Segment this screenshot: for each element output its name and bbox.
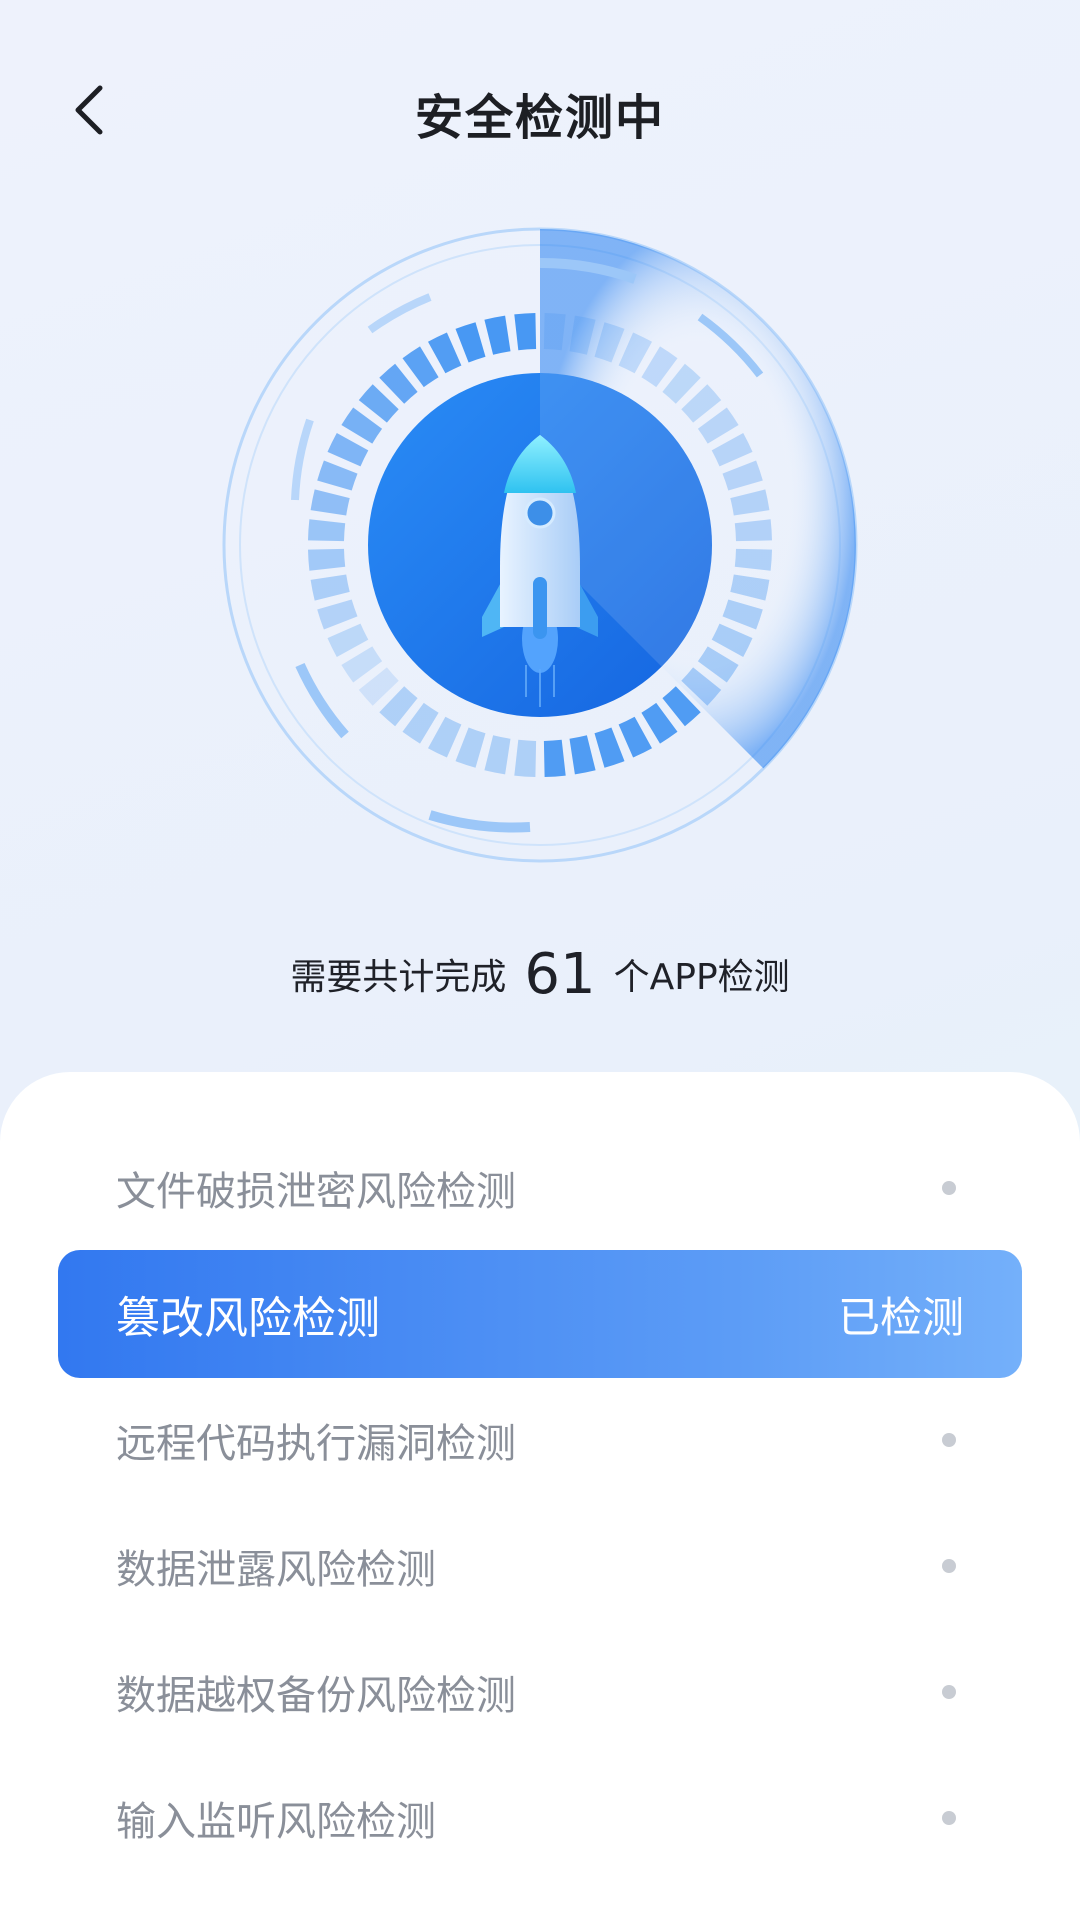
pending-dot <box>942 1181 956 1195</box>
header-bar: 安全检测中 <box>0 0 1080 220</box>
app-count: 61 <box>524 942 596 1007</box>
page-title: 安全检测中 <box>414 90 665 146</box>
ring-accent <box>295 662 349 739</box>
pending-dot <box>942 1685 956 1699</box>
check-item-label: 数据泄露风险检测 <box>116 1547 436 1593</box>
pending-dot <box>942 1433 956 1447</box>
check-item-backup[interactable]: 数据越权备份风险检测 <box>58 1628 1022 1756</box>
progress-tick <box>569 735 596 775</box>
pending-dot <box>942 1559 956 1573</box>
scan-progress-graphic <box>220 225 860 865</box>
check-item-tamper[interactable]: 篡改风险检测 已检测 <box>58 1250 1022 1378</box>
progress-tick <box>310 489 350 516</box>
check-item-file-leak[interactable]: 文件破损泄密风险检测 <box>58 1124 1022 1252</box>
progress-tick <box>618 716 652 758</box>
progress-tick <box>455 727 486 768</box>
check-item-label: 数据越权备份风险检测 <box>116 1673 516 1719</box>
check-item-label: 远程代码执行漏洞检测 <box>116 1421 516 1467</box>
progress-tick <box>455 322 486 363</box>
progress-tick <box>308 548 346 571</box>
ring-accent <box>291 418 314 501</box>
ring-accent <box>428 810 531 833</box>
progress-tick <box>514 313 537 351</box>
check-item-label: 输入监听风险检测 <box>116 1799 436 1845</box>
scan-dial <box>222 227 858 863</box>
check-list-panel: 文件破损泄密风险检测 篡改风险检测 已检测 远程代码执行漏洞检测 数据泄露风险检… <box>0 1072 1080 1920</box>
summary-suffix: 个APP检测 <box>613 957 790 998</box>
progress-tick <box>428 332 462 374</box>
progress-tick <box>327 623 369 657</box>
progress-tick <box>594 727 625 768</box>
progress-tick <box>484 315 511 355</box>
progress-tick <box>317 460 358 491</box>
summary-text: 需要共计完成 61 个APP检测 <box>0 935 1080 1018</box>
progress-tick <box>308 519 346 542</box>
progress-tick <box>428 716 462 758</box>
progress-tick <box>317 599 358 630</box>
check-status: 已检测 <box>837 1292 964 1342</box>
progress-tick <box>514 739 537 777</box>
progress-tick <box>543 739 566 777</box>
check-item-rce[interactable]: 远程代码执行漏洞检测 <box>58 1376 1022 1504</box>
summary-prefix: 需要共计完成 <box>290 957 507 998</box>
progress-tick <box>327 433 369 467</box>
check-item-label: 篡改风险检测 <box>116 1293 380 1344</box>
progress-tick <box>484 735 511 775</box>
progress-tick <box>310 574 350 601</box>
check-item-input-listen[interactable]: 输入监听风险检测 <box>58 1754 1022 1882</box>
check-item-label: 文件破损泄密风险检测 <box>116 1169 516 1215</box>
ring-accent <box>367 293 432 334</box>
check-item-data-leak[interactable]: 数据泄露风险检测 <box>58 1502 1022 1630</box>
pending-dot <box>942 1811 956 1825</box>
